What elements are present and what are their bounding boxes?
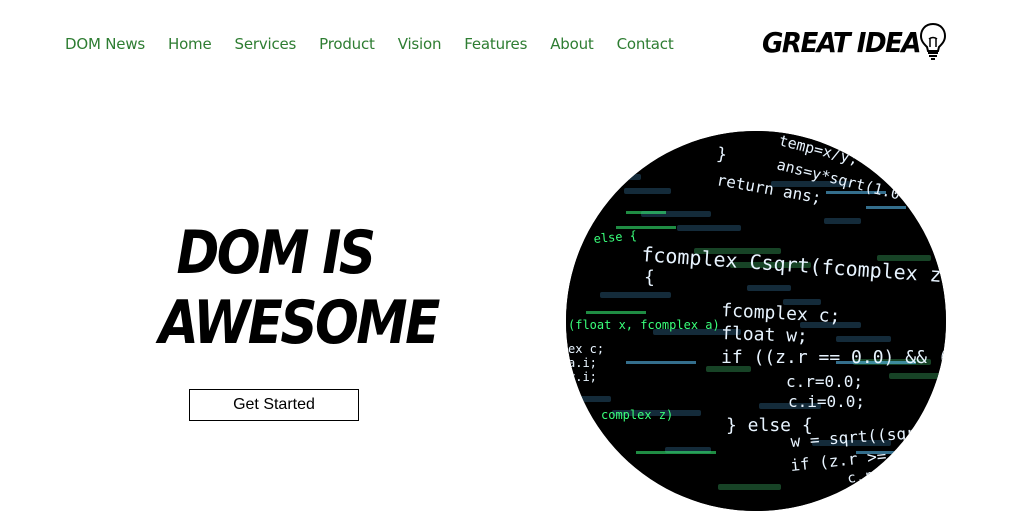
get-started-button[interactable]: Get Started (189, 389, 359, 421)
hero-title: DOM IS AWESOME (159, 218, 440, 358)
code-line: r.i; (568, 370, 597, 384)
logo-text: GREAT IDEA (762, 26, 922, 59)
code-line: c.r=0.0; (786, 372, 863, 391)
nav-link-product[interactable]: Product (319, 34, 375, 54)
nav-links: DOM News Home Services Product Vision Fe… (65, 34, 674, 54)
code-hero-image: temp=x/y;} ans=y*sqrt(1.0+temp*temp); retu… (566, 131, 946, 511)
code-texture-mark (747, 285, 791, 291)
code-line: a.i; (568, 356, 597, 370)
code-texture-mark (718, 484, 781, 490)
nav-link-contact[interactable]: Contact (617, 34, 674, 54)
code-image-svg: temp=x/y;}ans=y*sqrt(1.0+temp*temp);retu… (566, 131, 946, 511)
code-accent-mark (586, 311, 646, 314)
code-line: { (644, 267, 655, 288)
code-texture-mark (576, 396, 611, 402)
nav-link-features[interactable]: Features (464, 34, 527, 54)
nav-link-home[interactable]: Home (168, 34, 212, 54)
code-texture-mark (836, 336, 891, 342)
nav-link-services[interactable]: Services (235, 34, 297, 54)
nav-link-vision[interactable]: Vision (398, 34, 442, 54)
code-accent-mark (626, 361, 696, 364)
nav-link-dom-news[interactable]: DOM News (65, 34, 145, 54)
code-line: float w; (721, 323, 808, 347)
code-line: if ((z.r == 0.0) && (z.i == 0.0)) { (721, 347, 946, 368)
code-line: complex z) (601, 408, 673, 422)
code-accent-mark (866, 206, 906, 209)
hero-title-line-1: DOM IS (176, 218, 376, 288)
hero-title-line-2: AWESOME (158, 288, 440, 358)
code-accent-mark (626, 211, 666, 214)
nav-link-about[interactable]: About (550, 34, 594, 54)
site-logo[interactable]: GREAT IDEA (762, 20, 952, 64)
code-texture-mark (600, 292, 671, 298)
top-navigation: DOM News Home Services Product Vision Fe… (0, 0, 1032, 88)
code-line: c.r (846, 468, 873, 487)
code-texture-mark (824, 218, 861, 224)
code-line: ex c; (568, 342, 604, 356)
code-texture-mark (889, 373, 946, 379)
code-texture-mark (677, 225, 741, 231)
code-accent-mark (636, 451, 716, 454)
code-line: c.i=0.0; (788, 392, 865, 411)
lightbulb-icon (919, 22, 947, 60)
code-texture-mark (865, 477, 901, 483)
code-texture-mark (624, 188, 671, 194)
code-line: (float x, fcomplex a) (568, 318, 720, 332)
code-texture-mark (571, 151, 601, 157)
code-texture-mark (588, 174, 641, 180)
